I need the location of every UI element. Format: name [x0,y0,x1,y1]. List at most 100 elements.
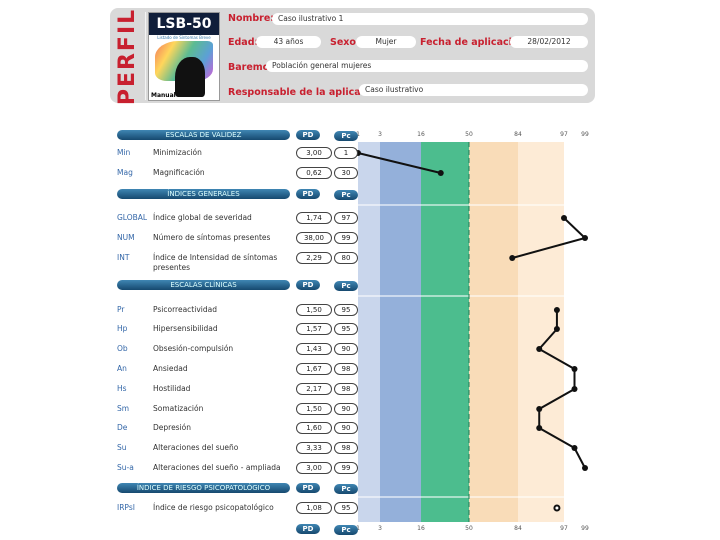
data-point [536,425,543,431]
pd-button[interactable]: PD [296,524,320,534]
pd-value: 3,00 [296,462,332,474]
pd-value: 1,60 [296,422,332,434]
pc-value: 1 [334,147,358,159]
data-point [536,346,543,352]
scale-name: Minimización [153,148,202,157]
pc-value: 98 [334,442,358,454]
section-header: ÍNDICE DE RIESGO PSICOPATOLÓGICO [117,483,290,493]
scale-abbr: Ob [117,344,128,353]
scale-abbr: Hp [117,324,128,333]
scale-name: Somatización [153,404,204,413]
pc-button[interactable]: Pc [334,131,358,141]
scale-abbr: De [117,423,128,432]
x-tick-label: 50 [465,131,473,138]
pc-button[interactable]: Pc [334,484,358,494]
x-tick-label: 97 [560,131,568,138]
scale-abbr: Su-a [117,463,134,472]
x-tick-label: 16 [417,131,425,138]
pc-button[interactable]: Pc [334,525,358,535]
pd-value: 2,29 [296,252,332,264]
scale-name: Psicorreactividad [153,305,217,314]
section-header: ÍNDICES GENERALES [117,189,290,199]
x-tick-label: 84 [514,131,522,138]
pd-button[interactable]: PD [296,280,320,290]
scale-abbr: IRPsI [117,503,135,512]
scale-abbr: Hs [117,384,127,393]
data-point [571,386,578,392]
pd-button[interactable]: PD [296,483,320,493]
scale-name: Magnificación [153,168,205,177]
scale-name: Hipersensibilidad [153,324,218,333]
x-tick-label: 99 [581,525,589,532]
data-point [553,307,560,313]
chart-band [380,142,421,522]
scale-name: Alteraciones del sueño - ampliada [153,463,281,472]
pd-button[interactable]: PD [296,189,320,199]
pd-value: 1,08 [296,502,332,514]
scale-abbr: Sm [117,404,130,413]
pc-value: 99 [334,232,358,244]
scale-name: Depresión [153,423,192,432]
x-tick-label: 3 [378,525,382,532]
x-tick-label: 50 [465,525,473,532]
pd-value: 0,62 [296,167,332,179]
pd-value: 38,00 [296,232,332,244]
scale-name: Obsesión-compulsión [153,344,234,353]
pd-value: 1,43 [296,343,332,355]
scale-abbr: GLOBAL [117,213,148,222]
pc-value: 90 [334,403,358,415]
section-header: ESCALAS CLÍNICAS [117,280,290,290]
pc-value: 95 [334,502,358,514]
scale-abbr: An [117,364,127,373]
chart-band [518,142,564,522]
chart-band [421,142,469,522]
scale-name: Índice de riesgo psicopatológico [153,503,274,512]
x-tick-label: 16 [417,525,425,532]
section-header: ESCALAS DE VALIDEZ [117,130,290,140]
scale-name: Hostilidad [153,384,191,393]
pc-button[interactable]: Pc [334,190,358,200]
scale-abbr: Su [117,443,127,452]
pd-button[interactable]: PD [296,130,320,140]
pc-value: 95 [334,323,358,335]
pc-value: 98 [334,363,358,375]
scale-abbr: Min [117,148,131,157]
data-point [437,170,444,176]
scale-name: Ansiedad [153,364,188,373]
scale-abbr: INT [117,253,130,262]
pd-value: 3,33 [296,442,332,454]
scale-name: Índice global de severidad [153,213,252,222]
scale-name: Índice de Intensidad de síntomas present… [153,253,278,272]
pd-value: 2,17 [296,383,332,395]
pc-value: 95 [334,304,358,316]
chart-band [469,142,518,522]
data-point [582,235,588,241]
data-point [561,215,567,221]
scale-name: Número de síntomas presentes [153,233,271,242]
x-tick-label: 99 [581,131,589,138]
pc-value: 80 [334,252,358,264]
pd-value: 3,00 [296,147,332,159]
pd-value: 1,57 [296,323,332,335]
scale-abbr: NUM [117,233,135,242]
data-point [582,465,588,471]
pd-value: 1,74 [296,212,332,224]
pc-value: 90 [334,422,358,434]
data-point [553,504,561,512]
x-tick-label: 84 [514,525,522,532]
pc-button[interactable]: Pc [334,281,358,291]
profile-chart [355,142,588,522]
x-tick-label: 3 [378,131,382,138]
pc-value: 99 [334,462,358,474]
x-tick-label: 97 [560,525,568,532]
data-point [553,326,560,332]
pd-value: 1,67 [296,363,332,375]
scale-abbr: Mag [117,168,133,177]
pd-value: 1,50 [296,304,332,316]
data-point [536,406,543,412]
pc-value: 97 [334,212,358,224]
scale-abbr: Pr [117,305,125,314]
data-point [509,255,516,261]
pc-value: 30 [334,167,358,179]
chart-band [358,142,380,522]
